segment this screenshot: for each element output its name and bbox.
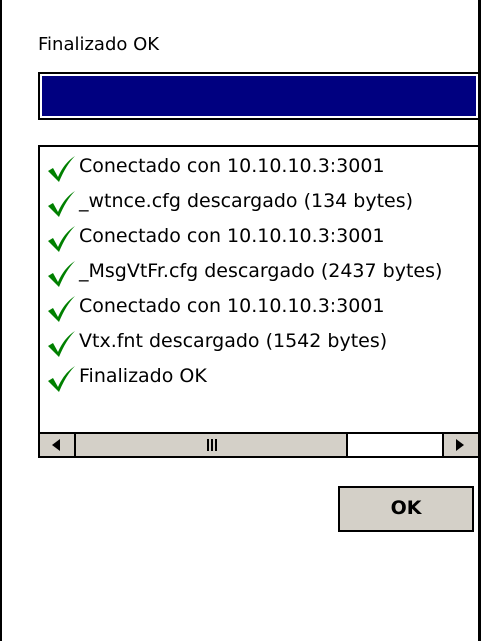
log-item: _MsgVtFr.cfg descargado (2437 bytes) <box>42 254 478 289</box>
check-icon <box>48 156 75 182</box>
scrollbar-thumb[interactable] <box>76 434 348 456</box>
status-label: Finalizado OK <box>38 34 160 55</box>
dialog-window: Finalizado OK Conectado con 10.10.10.3:3… <box>0 0 481 641</box>
log-item-text: Finalizado OK <box>79 365 207 387</box>
check-icon <box>48 331 75 357</box>
arrow-right-icon <box>456 439 464 451</box>
scroll-right-button[interactable] <box>442 434 478 456</box>
check-icon <box>48 296 75 322</box>
log-item-text: Conectado con 10.10.10.3:3001 <box>79 225 385 247</box>
log-item: Vtx.fnt descargado (1542 bytes) <box>42 324 478 359</box>
log-item-text: Conectado con 10.10.10.3:3001 <box>79 155 385 177</box>
log-list: Conectado con 10.10.10.3:3001 _wtnce.cfg … <box>42 149 478 427</box>
log-item-text: _wtnce.cfg descargado (134 bytes) <box>79 190 414 212</box>
arrow-left-icon <box>52 439 60 451</box>
log-list-box[interactable]: Conectado con 10.10.10.3:3001 _wtnce.cfg … <box>38 145 480 458</box>
log-item: Finalizado OK <box>42 359 478 394</box>
log-item-text: _MsgVtFr.cfg descargado (2437 bytes) <box>79 260 443 282</box>
horizontal-scrollbar[interactable] <box>40 432 478 456</box>
log-item: _wtnce.cfg descargado (134 bytes) <box>42 184 478 219</box>
log-item: Conectado con 10.10.10.3:3001 <box>42 149 478 184</box>
log-item: Conectado con 10.10.10.3:3001 <box>42 289 478 324</box>
ok-button[interactable]: OK <box>338 486 474 532</box>
grip-icon <box>207 439 217 451</box>
check-icon <box>48 261 75 287</box>
log-item-text: Vtx.fnt descargado (1542 bytes) <box>79 330 388 352</box>
check-icon <box>48 226 75 252</box>
log-item-text: Conectado con 10.10.10.3:3001 <box>79 295 385 317</box>
scroll-left-button[interactable] <box>40 434 76 456</box>
check-icon <box>48 366 75 392</box>
check-icon <box>48 191 75 217</box>
log-item: Conectado con 10.10.10.3:3001 <box>42 219 478 254</box>
progress-bar <box>38 72 480 120</box>
progress-fill <box>40 74 478 118</box>
